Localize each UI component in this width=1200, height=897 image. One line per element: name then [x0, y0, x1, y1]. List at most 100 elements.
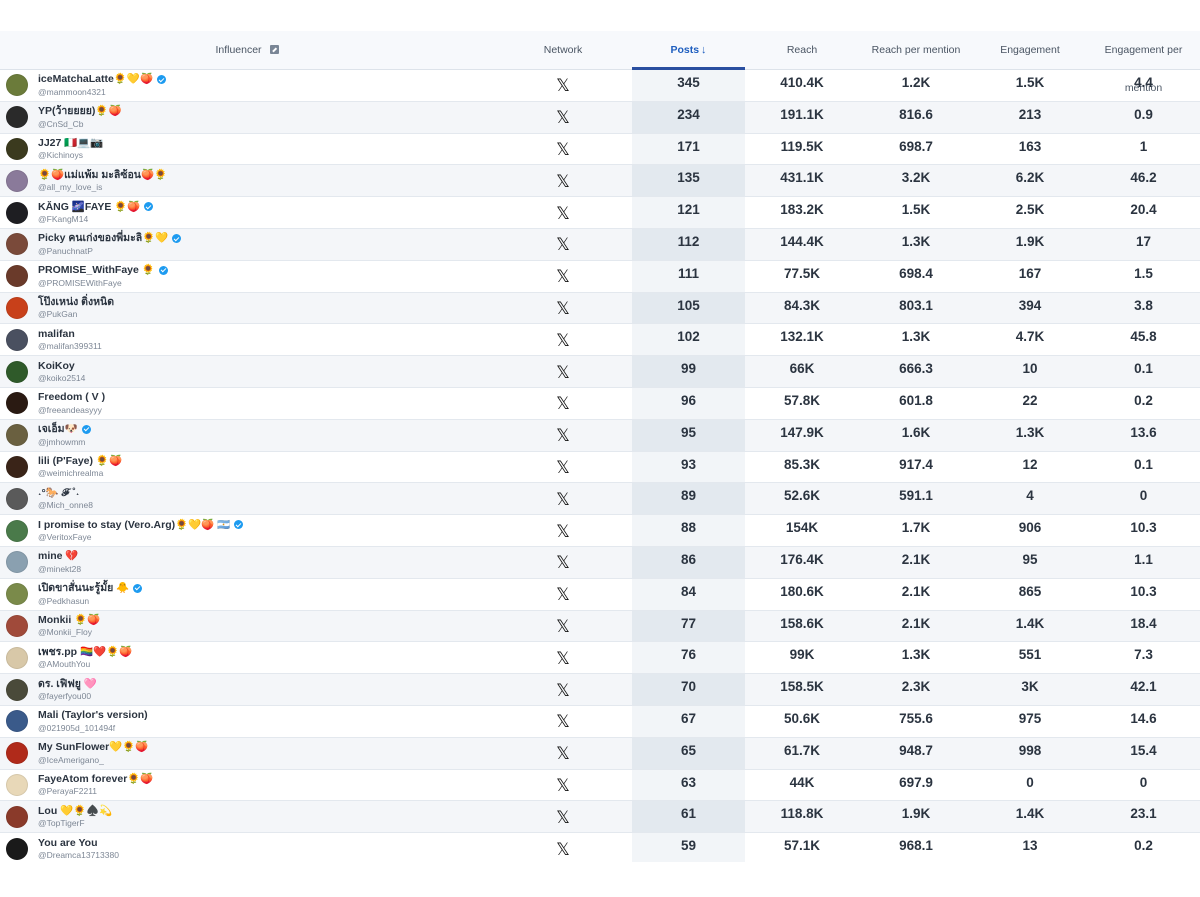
avatar[interactable]: [6, 773, 28, 796]
table-row[interactable]: YP(ว้ายยยย)🌻🍑 @CnSd_Cb 𝕏 234 191.1K 816.6 213 0…: [0, 101, 1200, 134]
influencer-display-name[interactable]: เปิดขาสั่นนะรู้มั้ย 🐥: [38, 583, 143, 594]
influencer-cell[interactable]: FayeAtom forever🌻🍑 @PerayaF2211: [0, 770, 494, 801]
column-header-reach-per-mention[interactable]: Reach per mention: [859, 31, 973, 69]
avatar[interactable]: [6, 360, 28, 383]
influencer-cell[interactable]: Freedom ( V ) @freeandeasyyy: [0, 388, 494, 419]
table-row[interactable]: You are You @Dreamca13713380 𝕏 59 57.1K 968.1…: [0, 833, 1200, 865]
avatar[interactable]: [6, 265, 28, 288]
avatar[interactable]: [6, 646, 28, 669]
column-header-engagement[interactable]: Engagement: [973, 31, 1087, 69]
avatar[interactable]: [6, 328, 28, 351]
column-header-influencer[interactable]: Influencer: [0, 31, 494, 69]
influencer-display-name[interactable]: KoiKoy: [38, 361, 85, 372]
avatar[interactable]: [6, 74, 28, 97]
avatar[interactable]: [6, 455, 28, 478]
table-row[interactable]: I promise to stay (Vero.Arg)🌻💛🍑 🇦🇷 @Verit…: [0, 515, 1200, 547]
avatar[interactable]: [6, 614, 28, 637]
table-row[interactable]: ˖°🐎 𝓕 ˚˖ @Mich_onne8 𝕏 89 52.6K 591.1 4 0: [0, 483, 1200, 516]
avatar[interactable]: [6, 233, 28, 256]
avatar[interactable]: [6, 169, 28, 192]
table-row[interactable]: ดร. เฟิฟยู 🩷 @fayerfyou00 𝕏 70 158.5K 2.3K 3K 4…: [0, 674, 1200, 706]
column-header-reach[interactable]: Reach: [745, 31, 859, 69]
avatar[interactable]: [6, 583, 28, 606]
table-row[interactable]: mine 💔 @minekt28 𝕏 86 176.4K 2.1K 95 1.1: [0, 546, 1200, 579]
table-row[interactable]: KĂNG 🌌FAYE 🌻🍑 @FKangM14 𝕏 121 183.2K 1.5K 2.5K…: [0, 197, 1200, 229]
external-link-icon[interactable]: [269, 45, 279, 54]
influencer-display-name[interactable]: ดร. เฟิฟยู 🩷: [38, 679, 97, 690]
influencer-display-name[interactable]: iceMatchaLatte🌻💛🍑: [38, 74, 167, 85]
table-row[interactable]: เปิดขาสั่นนะรู้มั้ย 🐥 @Pedkhasun 𝕏 84 180.6K…: [0, 578, 1200, 611]
influencer-display-name[interactable]: Freedom ( V ): [38, 392, 105, 403]
influencer-cell[interactable]: mine 💔 @minekt28: [0, 547, 494, 578]
influencer-cell[interactable]: You are You @Dreamca13713380: [0, 833, 494, 864]
influencer-display-name[interactable]: เพชร.pp 🏳️‍🌈❤️🌻🍑: [38, 647, 132, 658]
table-row[interactable]: iceMatchaLatte🌻💛🍑 @mammoon4321 𝕏 345 410.4K 1…: [0, 70, 1200, 102]
influencer-display-name[interactable]: I promise to stay (Vero.Arg)🌻💛🍑 🇦🇷: [38, 520, 244, 531]
avatar[interactable]: [6, 201, 28, 224]
table-row[interactable]: My SunFlower💛🌻🍑 @IceAmerigano_ 𝕏 65 61.7K 948…: [0, 737, 1200, 770]
influencer-cell[interactable]: PROMISE_WithFaye 🌻 @PROMISEWithFaye: [0, 261, 494, 292]
influencer-cell[interactable]: Mali (Taylor's version) @021905d_101494f: [0, 706, 494, 737]
influencer-cell[interactable]: malifan @malifan399311: [0, 324, 494, 355]
influencer-display-name[interactable]: You are You: [38, 838, 119, 849]
influencer-cell[interactable]: Picky คนเก่งของพี่มะลิ🌻💛 @PanuchnatP: [0, 229, 494, 260]
table-row[interactable]: Monkii 🌻🍑 @Monkii_Floy 𝕏 77 158.6K 2.1K 1.4K 18…: [0, 610, 1200, 643]
influencer-cell[interactable]: I promise to stay (Vero.Arg)🌻💛🍑 🇦🇷 @Verit…: [0, 515, 494, 546]
table-row[interactable]: Picky คนเก่งของพี่มะลิ🌻💛 @PanuchnatP 𝕏 112 1…: [0, 228, 1200, 261]
table-row[interactable]: PROMISE_WithFaye 🌻 @PROMISEWithFaye 𝕏 111 77…: [0, 260, 1200, 293]
avatar[interactable]: [6, 296, 28, 319]
influencer-display-name[interactable]: Picky คนเก่งของพี่มะลิ🌻💛: [38, 233, 182, 244]
influencer-cell[interactable]: lili (P'Faye) 🌻🍑 @weimichrealma: [0, 452, 494, 483]
influencer-display-name[interactable]: โป๊งเหน่ง ติ่งหนิด: [38, 297, 114, 308]
avatar[interactable]: [6, 106, 28, 129]
influencer-display-name[interactable]: lili (P'Faye) 🌻🍑: [38, 456, 122, 467]
influencer-display-name[interactable]: 🌻🍑แม่แพ้ม มะลิซ้อน🍑🌻: [38, 170, 167, 181]
table-row[interactable]: เจเอ็ม🐶 @jmhowmm 𝕏 95 147.9K 1.6K 1.3K 13.6: [0, 419, 1200, 452]
avatar[interactable]: [6, 137, 28, 160]
influencer-display-name[interactable]: malifan: [38, 329, 102, 340]
avatar[interactable]: [6, 837, 28, 860]
influencer-display-name[interactable]: Lou 💛🌻♠️💫: [38, 806, 112, 817]
influencer-cell[interactable]: ˖°🐎 𝓕 ˚˖ @Mich_onne8: [0, 483, 494, 514]
avatar[interactable]: [6, 742, 28, 765]
influencer-display-name[interactable]: YP(ว้ายยยย)🌻🍑: [38, 106, 122, 117]
avatar[interactable]: [6, 519, 28, 542]
table-row[interactable]: FayeAtom forever🌻🍑 @PerayaF2211 𝕏 63 44K 697.…: [0, 769, 1200, 802]
avatar[interactable]: [6, 710, 28, 733]
table-row[interactable]: เพชร.pp 🏳️‍🌈❤️🌻🍑 @AMouthYou 𝕏 76 99K 1.3K 551 7…: [0, 642, 1200, 675]
influencer-cell[interactable]: My SunFlower💛🌻🍑 @IceAmerigano_: [0, 738, 494, 769]
influencer-cell[interactable]: 🌻🍑แม่แพ้ม มะลิซ้อน🍑🌻 @all_my_love_is: [0, 165, 494, 196]
column-header-posts[interactable]: Posts ↓: [632, 31, 745, 70]
table-row[interactable]: Freedom ( V ) @freeandeasyyy 𝕏 96 57.8K 601.8…: [0, 387, 1200, 420]
table-row[interactable]: โป๊งเหน่ง ติ่งหนิด @PukGan 𝕏 105 84.3K 803.1 3…: [0, 292, 1200, 325]
avatar[interactable]: [6, 551, 28, 574]
influencer-cell[interactable]: โป๊งเหน่ง ติ่งหนิด @PukGan: [0, 293, 494, 324]
table-row[interactable]: 🌻🍑แม่แพ้ม มะลิซ้อน🍑🌻 @all_my_love_is 𝕏 135 4…: [0, 165, 1200, 198]
influencer-display-name[interactable]: Monkii 🌻🍑: [38, 615, 100, 626]
avatar[interactable]: [6, 487, 28, 510]
influencer-display-name[interactable]: KĂNG 🌌FAYE 🌻🍑: [38, 202, 154, 213]
table-row[interactable]: Lou 💛🌻♠️💫 @TopTigerF 𝕏 61 118.8K 1.9K 1.4K 23.1: [0, 801, 1200, 834]
table-row[interactable]: lili (P'Faye) 🌻🍑 @weimichrealma 𝕏 93 85.3K 91…: [0, 451, 1200, 484]
influencer-display-name[interactable]: ˖°🐎 𝓕 ˚˖: [38, 488, 93, 499]
table-row[interactable]: JJ27 🇮🇹💻📷 @Kichinoys 𝕏 171 119.5K 698.7 163 1: [0, 133, 1200, 166]
avatar[interactable]: [6, 678, 28, 701]
table-row[interactable]: KoiKoy @koiko2514 𝕏 99 66K 666.3 10 0.1: [0, 356, 1200, 388]
avatar[interactable]: [6, 424, 28, 447]
influencer-cell[interactable]: เจเอ็ม🐶 @jmhowmm: [0, 420, 494, 451]
influencer-cell[interactable]: iceMatchaLatte🌻💛🍑 @mammoon4321: [0, 70, 494, 101]
table-row[interactable]: Mali (Taylor's version) @021905d_101494f 𝕏…: [0, 705, 1200, 738]
influencer-display-name[interactable]: PROMISE_WithFaye 🌻: [38, 265, 168, 276]
influencer-cell[interactable]: เพชร.pp 🏳️‍🌈❤️🌻🍑 @AMouthYou: [0, 642, 494, 673]
avatar[interactable]: [6, 805, 28, 828]
column-header-engagement-per-mention[interactable]: Engagement per mention: [1087, 31, 1200, 94]
influencer-cell[interactable]: KoiKoy @koiko2514: [0, 356, 494, 387]
influencer-cell[interactable]: YP(ว้ายยยย)🌻🍑 @CnSd_Cb: [0, 102, 494, 133]
influencer-cell[interactable]: Lou 💛🌻♠️💫 @TopTigerF: [0, 801, 494, 832]
influencer-cell[interactable]: KĂNG 🌌FAYE 🌻🍑 @FKangM14: [0, 197, 494, 228]
influencer-cell[interactable]: เปิดขาสั่นนะรู้มั้ย 🐥 @Pedkhasun: [0, 579, 494, 610]
table-row[interactable]: malifan @malifan399311 𝕏 102 132.1K 1.3K 4.7K 4…: [0, 324, 1200, 357]
influencer-display-name[interactable]: mine 💔: [38, 551, 81, 562]
influencer-cell[interactable]: JJ27 🇮🇹💻📷 @Kichinoys: [0, 134, 494, 165]
influencer-cell[interactable]: ดร. เฟิฟยู 🩷 @fayerfyou00: [0, 674, 494, 705]
